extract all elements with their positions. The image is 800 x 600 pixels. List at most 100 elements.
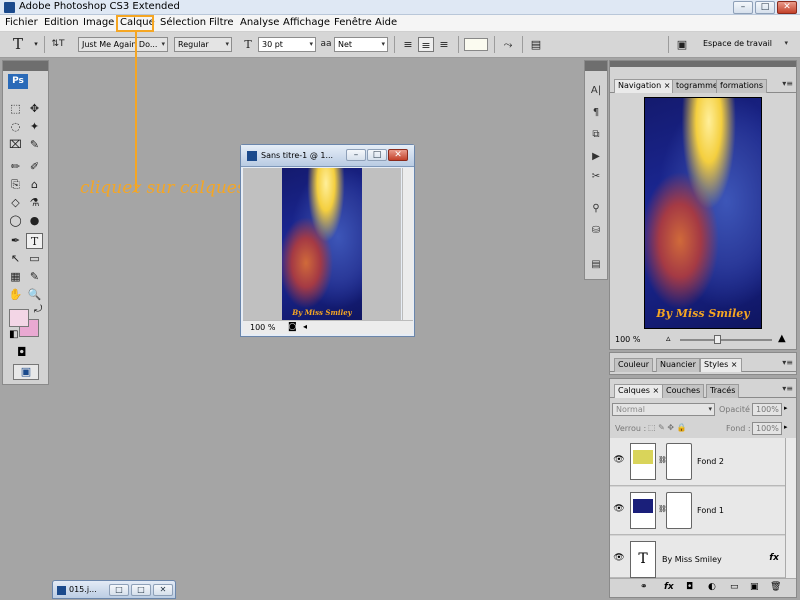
- magic-wand-tool-icon[interactable]: ✦: [26, 119, 43, 135]
- menu-fenetre[interactable]: Fenêtre: [334, 17, 372, 28]
- history-brush-tool-icon[interactable]: ⌂: [26, 177, 43, 193]
- scroll-left-icon[interactable]: ◂: [303, 322, 307, 331]
- dodge-tool-icon[interactable]: ●: [26, 213, 43, 229]
- screen-mode-icon[interactable]: ▣: [13, 364, 39, 380]
- tab-navigation[interactable]: Navigation ×: [614, 79, 675, 93]
- zoom-in-icon[interactable]: ▲: [778, 333, 786, 344]
- layer-style-icon[interactable]: fx: [664, 582, 674, 592]
- align-right-button[interactable]: ≡: [436, 37, 452, 52]
- panel-menu-icon[interactable]: ▾≡: [782, 358, 793, 367]
- menu-aide[interactable]: Aide: [375, 17, 397, 28]
- eraser-tool-icon[interactable]: ◇: [7, 195, 24, 211]
- doc-minimize-button[interactable]: –: [346, 149, 366, 161]
- notes-tool-icon[interactable]: ▦: [7, 269, 24, 285]
- opacity-field[interactable]: 100%: [752, 403, 782, 416]
- move-tool-icon[interactable]: ✥: [26, 101, 43, 117]
- panel-header[interactable]: [610, 61, 796, 67]
- doc-close-button[interactable]: ✕: [388, 149, 408, 161]
- adjustment-layer-icon[interactable]: ◐: [708, 582, 716, 592]
- swap-colors-icon[interactable]: ⤾: [34, 304, 42, 315]
- brushes-panel-icon[interactable]: ⚲: [588, 201, 604, 217]
- eye-icon[interactable]: 👁: [613, 553, 625, 565]
- tab-histogramme[interactable]: togramme: [672, 79, 722, 93]
- zoom-tool-icon[interactable]: 🔍: [26, 287, 43, 303]
- layer-row[interactable]: 👁 ⛓ Fond 1: [610, 487, 785, 535]
- layer-row[interactable]: 👁 T By Miss Smiley fx: [610, 536, 785, 578]
- tab-traces[interactable]: Tracés: [706, 384, 740, 398]
- crop-tool-icon[interactable]: ⌧: [7, 137, 24, 153]
- new-group-icon[interactable]: ▭: [730, 582, 739, 592]
- close-button[interactable]: ✕: [153, 584, 173, 596]
- quick-mask-icon[interactable]: ◘: [17, 345, 27, 359]
- align-center-button[interactable]: ≡: [418, 37, 434, 52]
- foreground-color-swatch[interactable]: [9, 309, 29, 327]
- text-orientation-button[interactable]: ⇅T: [50, 37, 66, 52]
- menu-image[interactable]: Image: [83, 17, 114, 28]
- layers-scrollbar[interactable]: [785, 438, 796, 578]
- lock-icons[interactable]: ⬚ ✎ ✥ 🔒: [648, 423, 687, 432]
- paragraph-panel-icon[interactable]: ¶: [588, 105, 604, 121]
- layer-mask-thumbnail[interactable]: [666, 492, 692, 529]
- document-title-bar[interactable]: Sans titre-1 @ 1... – □ ✕: [241, 145, 414, 167]
- eyedropper-tool-icon[interactable]: ✎: [26, 269, 43, 285]
- text-tool-preset[interactable]: T: [10, 37, 26, 52]
- tab-informations[interactable]: formations: [716, 79, 768, 93]
- document-zoom[interactable]: 100 %: [250, 323, 275, 332]
- chain-link-icon[interactable]: ⛓: [658, 456, 667, 466]
- chain-link-icon[interactable]: ⛓: [658, 505, 667, 515]
- opacity-arrow-icon[interactable]: ▸: [784, 404, 788, 412]
- tool-presets-panel-icon[interactable]: ✂: [588, 169, 604, 185]
- eye-icon[interactable]: 👁: [613, 504, 625, 516]
- blur-tool-icon[interactable]: ◯: [7, 213, 24, 229]
- maximize-button[interactable]: □: [131, 584, 151, 596]
- tab-nuancier[interactable]: Nuancier: [656, 358, 700, 372]
- eye-icon[interactable]: 👁: [613, 455, 625, 467]
- layer-row[interactable]: 👁 ⛓ Fond 2: [610, 438, 785, 486]
- tab-styles[interactable]: Styles ×: [700, 358, 742, 372]
- font-style-select[interactable]: Regular ▾: [174, 37, 232, 52]
- lasso-tool-icon[interactable]: ◌: [7, 119, 24, 135]
- clone-stamp-tool-icon[interactable]: ⎘: [7, 177, 24, 193]
- text-color-swatch[interactable]: [464, 38, 488, 51]
- fx-icon[interactable]: fx: [769, 553, 779, 563]
- antialias-select[interactable]: Net ▾: [334, 37, 388, 52]
- preset-dropdown-icon[interactable]: ▾: [28, 37, 44, 52]
- fill-field[interactable]: 100%: [752, 422, 782, 435]
- status-menu-icon[interactable]: ◙: [288, 322, 297, 332]
- add-mask-icon[interactable]: ◘: [686, 582, 693, 592]
- menu-affichage[interactable]: Affichage: [283, 17, 330, 28]
- vertical-scrollbar[interactable]: [402, 168, 413, 321]
- doc-maximize-button[interactable]: □: [367, 149, 387, 161]
- clone-source-panel-icon[interactable]: ⧉: [588, 127, 604, 143]
- blend-mode-select[interactable]: Normal ▾: [612, 403, 715, 416]
- brush-tool-icon[interactable]: ✐: [26, 159, 43, 175]
- icon-column-header[interactable]: [585, 61, 607, 71]
- hand-tool-icon[interactable]: ✋: [7, 287, 24, 303]
- paint-bucket-tool-icon[interactable]: ⚗: [26, 195, 43, 211]
- tab-calques[interactable]: Calques ×: [614, 384, 664, 398]
- info-panel-icon[interactable]: ▤: [588, 257, 604, 273]
- path-selection-tool-icon[interactable]: ↖: [7, 251, 24, 267]
- zoom-out-icon[interactable]: ▵: [666, 334, 671, 344]
- layer-comps-panel-icon[interactable]: ⛁: [588, 223, 604, 239]
- tab-couches[interactable]: Couches: [662, 384, 705, 398]
- zoom-slider-handle[interactable]: [714, 335, 721, 344]
- zoom-slider[interactable]: [680, 339, 772, 341]
- tab-couleur[interactable]: Couleur: [614, 358, 654, 372]
- font-family-select[interactable]: Just Me Again Do... ▾: [78, 37, 168, 52]
- character-panel-icon[interactable]: A|: [588, 83, 604, 99]
- text-tool-icon[interactable]: T: [26, 233, 43, 249]
- document-canvas-area[interactable]: By Miss Smiley: [243, 168, 401, 321]
- menu-analyse[interactable]: Analyse: [240, 17, 279, 28]
- minimize-button[interactable]: –: [733, 1, 753, 14]
- actions-panel-icon[interactable]: ▶: [588, 149, 604, 165]
- warp-text-button[interactable]: ⤳: [500, 37, 516, 52]
- shape-tool-icon[interactable]: ▭: [26, 251, 43, 267]
- healing-brush-tool-icon[interactable]: ✏: [7, 159, 24, 175]
- fill-arrow-icon[interactable]: ▸: [784, 423, 788, 431]
- pen-tool-icon[interactable]: ✒: [7, 233, 24, 249]
- minimized-document[interactable]: 015.j... □ □ ✕: [52, 580, 176, 599]
- document-image[interactable]: By Miss Smiley: [282, 168, 362, 321]
- font-size-select[interactable]: 30 pt ▾: [258, 37, 316, 52]
- new-layer-icon[interactable]: ▣: [750, 582, 759, 592]
